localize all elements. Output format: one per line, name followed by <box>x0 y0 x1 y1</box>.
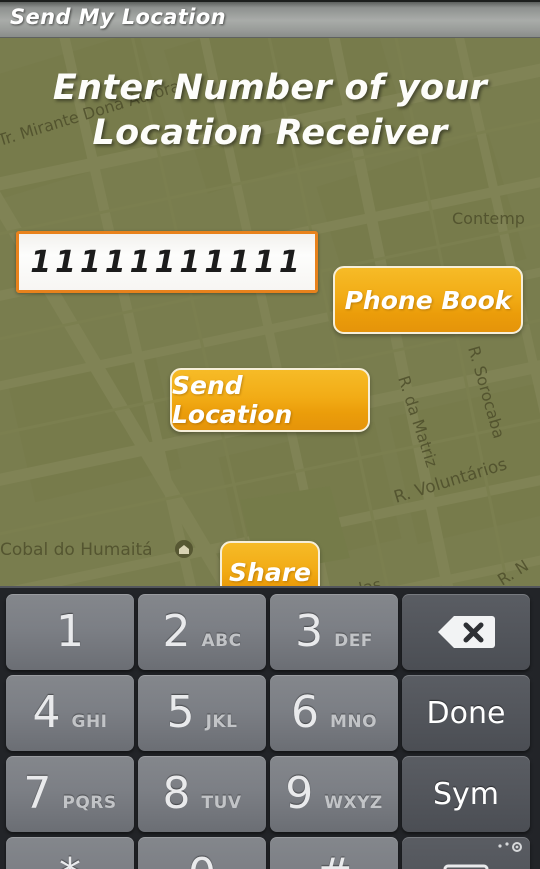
key-3[interactable]: 3 DEF <box>270 594 398 670</box>
key-letters-label: WXYZ <box>324 793 383 813</box>
key-backspace[interactable] <box>402 594 530 670</box>
key-content: # <box>316 853 353 869</box>
key-digit-label: 7 <box>23 768 52 819</box>
key-letters-label: DEF <box>334 631 373 651</box>
key-sym[interactable]: Sym <box>402 756 530 832</box>
main-content: Enter Number of your Location Receiver 1… <box>0 38 540 603</box>
key-content: 4 GHI <box>32 691 107 735</box>
key-letters-label: JKL <box>205 712 238 732</box>
key-1[interactable]: 1 <box>6 594 134 670</box>
keyboard-row: * 0 # <box>4 837 536 869</box>
key-content: 1 <box>56 610 84 654</box>
gear-icon <box>498 842 522 852</box>
keyboard-row: 4 GHI 5 JKL 6 MNO Done <box>4 675 536 755</box>
share-button-label: Share <box>229 557 311 587</box>
key-digit-label: 2 <box>162 606 191 657</box>
key-keyboard-settings[interactable] <box>402 837 530 869</box>
key-digit-label: 8 <box>162 768 191 819</box>
key-digit-label: 5 <box>166 687 195 738</box>
app-title: Send My Location <box>10 5 226 29</box>
key-digit-label: * <box>59 853 81 869</box>
key-4[interactable]: 4 GHI <box>6 675 134 751</box>
phone-number-input[interactable]: 11111111111 <box>16 231 318 293</box>
key-digit-label: 9 <box>285 768 314 819</box>
key-content: 9 WXYZ <box>285 772 383 816</box>
phone-number-value: 11111111111 <box>30 244 304 280</box>
send-location-button-label: Send Location <box>172 371 293 429</box>
key-7[interactable]: 7 PQRS <box>6 756 134 832</box>
keyboard-row: 1 2 ABC 3 DEF <box>4 594 536 674</box>
backspace-icon <box>438 616 495 648</box>
key-9[interactable]: 9 WXYZ <box>270 756 398 832</box>
key-2[interactable]: 2 ABC <box>138 594 266 670</box>
key-letters-label: PQRS <box>62 793 117 813</box>
key-star[interactable]: * <box>6 837 134 869</box>
app-root: Send My Location Tr. Mirante Dona Aurora… <box>0 0 540 869</box>
phone-book-button-label: Phone Book <box>344 285 512 315</box>
key-done[interactable]: Done <box>402 675 530 751</box>
title-bar: Send My Location <box>0 0 540 38</box>
key-6[interactable]: 6 MNO <box>270 675 398 751</box>
key-8[interactable]: 8 TUV <box>138 756 266 832</box>
keyboard-icon <box>443 864 489 869</box>
key-digit-label: 6 <box>290 687 319 738</box>
key-content: 0 <box>188 853 216 869</box>
key-digit-label: 0 <box>188 853 216 869</box>
key-0[interactable]: 0 <box>138 837 266 869</box>
key-content: 7 PQRS <box>23 772 116 816</box>
keyboard-row: 7 PQRS 8 TUV 9 WXYZ Sym <box>4 756 536 836</box>
key-letters-label: GHI <box>71 712 108 732</box>
key-content: 8 TUV <box>162 772 241 816</box>
key-digit-label: 4 <box>32 687 61 738</box>
key-letters-label: ABC <box>201 631 242 651</box>
key-word-label: Done <box>426 695 506 731</box>
key-content: * <box>59 853 81 869</box>
key-content: 6 MNO <box>291 691 377 735</box>
key-letters-label: MNO <box>329 712 378 732</box>
key-digit-label: 1 <box>56 606 84 657</box>
key-hash[interactable]: # <box>270 837 398 869</box>
page-title-line2: Location Receiver <box>92 113 448 153</box>
key-digit-label: 3 <box>295 606 324 657</box>
key-content: 2 ABC <box>162 610 241 654</box>
page-title: Enter Number of your Location Receiver <box>0 66 540 156</box>
key-word-label: Sym <box>432 776 500 812</box>
key-letters-label: TUV <box>201 793 242 813</box>
key-content: 3 DEF <box>295 610 373 654</box>
phone-book-button[interactable]: Phone Book <box>333 266 523 334</box>
key-digit-label: # <box>316 853 353 869</box>
key-content: 5 JKL <box>167 691 238 735</box>
numeric-keyboard: 1 2 ABC 3 DEF 4 GHI 5 JKL 6 MNO Done 7 PQRS 8 TUV 9 WXYZ S… <box>0 586 540 869</box>
key-5[interactable]: 5 JKL <box>138 675 266 751</box>
send-location-button[interactable]: Send Location <box>170 368 370 432</box>
page-title-line1: Enter Number of your <box>52 68 488 108</box>
